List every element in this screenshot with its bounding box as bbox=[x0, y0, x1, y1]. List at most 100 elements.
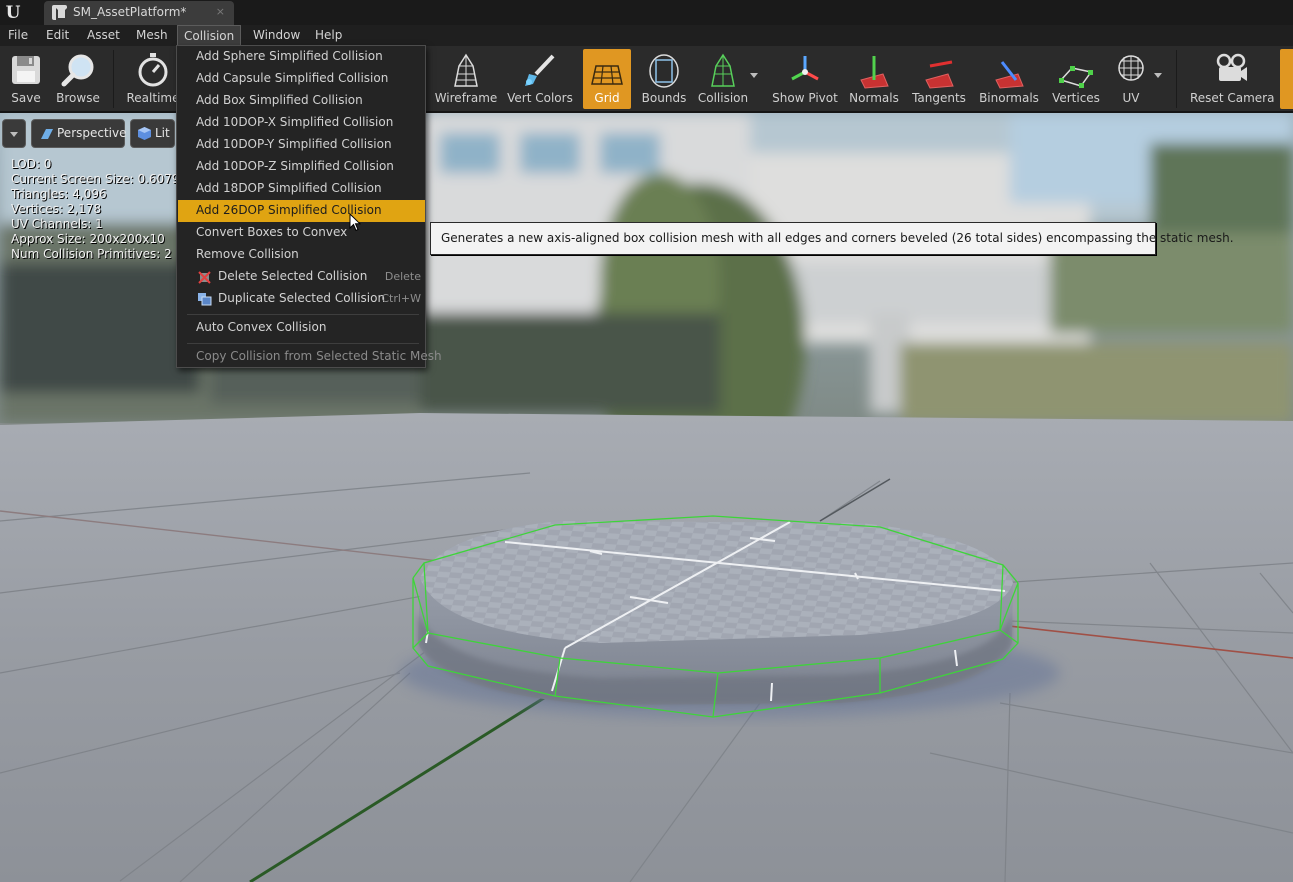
stat-collision-primitives: Num Collision Primitives: 2 bbox=[11, 247, 172, 261]
menu-bar: File Edit Asset Mesh Collision Window He… bbox=[0, 25, 1293, 46]
unreal-logo-icon[interactable]: U bbox=[2, 2, 24, 24]
menu-item-add-sphere-collision[interactable]: Add Sphere Simplified Collision bbox=[178, 46, 425, 68]
vert-colors-button[interactable]: Vert Colors bbox=[505, 49, 575, 109]
show-pivot-button[interactable]: Show Pivot bbox=[769, 49, 841, 109]
duplicate-selected-collision-label: Duplicate Selected Collision bbox=[218, 291, 386, 305]
grid-icon bbox=[591, 65, 623, 85]
toolbar-separator bbox=[1176, 50, 1177, 108]
browse-button[interactable]: Browse bbox=[52, 49, 104, 109]
menu-edit[interactable]: Edit bbox=[40, 25, 75, 46]
normals-button[interactable]: Normals bbox=[847, 49, 901, 109]
menu-item-add-box-collision[interactable]: Add Box Simplified Collision bbox=[178, 90, 425, 112]
browse-magnifier-icon bbox=[61, 54, 94, 87]
delete-shortcut: Delete bbox=[384, 270, 421, 283]
tangents-button[interactable]: Tangents bbox=[908, 49, 970, 109]
normals-label: Normals bbox=[849, 91, 899, 105]
binormals-button[interactable]: Binormals bbox=[976, 49, 1042, 109]
bounds-button[interactable]: Bounds bbox=[637, 49, 691, 109]
menu-item-add-26dop-collision[interactable]: Add 26DOP Simplified Collision bbox=[178, 200, 425, 222]
bounds-label: Bounds bbox=[641, 91, 687, 105]
document-tab[interactable]: SM_AssetPlatform* × bbox=[44, 1, 234, 25]
stopwatch-icon bbox=[138, 53, 168, 87]
normals-icon bbox=[860, 56, 889, 89]
camera-icon bbox=[1216, 53, 1247, 81]
perspective-icon bbox=[41, 129, 53, 139]
menu-item-add-10dop-z-collision[interactable]: Add 10DOP-Z Simplified Collision bbox=[178, 156, 425, 178]
menu-item-add-10dop-x-collision[interactable]: Add 10DOP-X Simplified Collision bbox=[178, 112, 425, 134]
vertices-icon bbox=[1059, 66, 1093, 88]
wireframe-button[interactable]: Wireframe bbox=[434, 49, 498, 109]
menu-item-convert-boxes-to-convex[interactable]: Convert Boxes to Convex bbox=[178, 222, 425, 244]
grid-label: Grid bbox=[594, 91, 620, 105]
collision-dropdown-chevron-icon[interactable] bbox=[750, 73, 758, 78]
stat-approx-size: Approx Size: 200x200x10 bbox=[11, 232, 165, 246]
delete-selected-collision-label: Delete Selected Collision bbox=[218, 269, 368, 283]
menu-separator bbox=[187, 314, 419, 315]
wireframe-label: Wireframe bbox=[434, 91, 498, 105]
save-button[interactable]: Save bbox=[2, 49, 50, 109]
uv-grid-icon bbox=[1118, 55, 1144, 81]
perspective-button[interactable]: Perspective bbox=[31, 119, 127, 148]
tangents-label: Tangents bbox=[912, 91, 966, 105]
mouse-cursor-icon bbox=[349, 213, 361, 232]
grid-button[interactable]: Grid bbox=[583, 49, 631, 109]
menu-window[interactable]: Window bbox=[247, 25, 306, 46]
show-pivot-label: Show Pivot bbox=[772, 91, 838, 105]
menu-help[interactable]: Help bbox=[309, 25, 348, 46]
uv-dropdown-chevron-icon[interactable] bbox=[1154, 73, 1162, 78]
menu-item-delete-selected-collision[interactable]: Delete Selected Collision Delete bbox=[178, 266, 425, 288]
mesh-stats-overlay: LOD: 0 Current Screen Size: 0.607954 Tri… bbox=[11, 157, 195, 262]
reset-camera-button[interactable]: Reset Camera bbox=[1190, 49, 1275, 109]
menu-item-add-10dop-y-collision[interactable]: Add 10DOP-Y Simplified Collision bbox=[178, 134, 425, 156]
viewport-options-button[interactable] bbox=[2, 119, 26, 148]
save-label: Save bbox=[11, 91, 41, 105]
menu-item-add-capsule-collision[interactable]: Add Capsule Simplified Collision bbox=[178, 68, 425, 90]
delete-collision-icon bbox=[198, 271, 211, 284]
vertices-label: Vertices bbox=[1052, 91, 1100, 105]
menu-asset[interactable]: Asset bbox=[81, 25, 126, 46]
stat-vertices: Vertices: 2,178 bbox=[11, 202, 102, 216]
menu-file[interactable]: File bbox=[2, 25, 34, 46]
realtime-button[interactable]: Realtime bbox=[124, 49, 182, 109]
browse-label: Browse bbox=[56, 91, 100, 105]
collision-icon bbox=[711, 53, 735, 87]
vertices-button[interactable]: Vertices bbox=[1048, 49, 1104, 109]
binormals-label: Binormals bbox=[979, 91, 1039, 105]
collision-label: Collision bbox=[697, 91, 749, 105]
tooltip: Generates a new axis-aligned box collisi… bbox=[430, 222, 1234, 255]
menu-item-add-18dop-collision[interactable]: Add 18DOP Simplified Collision bbox=[178, 178, 425, 200]
duplicate-shortcut: Ctrl+W bbox=[381, 292, 421, 305]
menu-item-duplicate-selected-collision[interactable]: Duplicate Selected Collision Ctrl+W bbox=[178, 288, 425, 310]
duplicate-collision-icon bbox=[198, 293, 212, 306]
menu-collision[interactable]: Collision bbox=[177, 25, 242, 46]
chevron-down-icon bbox=[10, 132, 18, 137]
static-mesh-icon bbox=[52, 5, 67, 20]
wireframe-icon bbox=[454, 53, 478, 87]
collision-button[interactable]: Collision bbox=[695, 49, 751, 109]
tab-close-icon[interactable]: × bbox=[216, 5, 225, 18]
realtime-label: Realtime bbox=[126, 91, 180, 105]
stat-uv-channels: UV Channels: 1 bbox=[11, 217, 103, 231]
reset-camera-label: Reset Camera bbox=[1190, 91, 1275, 105]
stat-screen-size: Current Screen Size: 0.607954 bbox=[11, 172, 195, 186]
tangents-icon bbox=[925, 60, 954, 89]
title-bar: U SM_AssetPlatform* × bbox=[0, 0, 1293, 25]
lit-label: Lit bbox=[155, 126, 170, 140]
menu-mesh[interactable]: Mesh bbox=[130, 25, 174, 46]
lit-cube-icon bbox=[138, 127, 151, 140]
menu-item-copy-collision-from-selected[interactable]: Copy Collision from Selected Static Mesh bbox=[178, 346, 442, 368]
pivot-gizmo-icon bbox=[791, 56, 819, 81]
uv-button[interactable]: UV bbox=[1108, 49, 1154, 109]
perspective-label: Perspective bbox=[57, 126, 127, 140]
binormals-icon bbox=[995, 61, 1024, 89]
stat-lod: LOD: 0 bbox=[11, 157, 52, 171]
menu-item-auto-convex-collision[interactable]: Auto Convex Collision bbox=[178, 317, 425, 339]
bounds-icon bbox=[649, 54, 679, 88]
overflow-button[interactable] bbox=[1280, 49, 1293, 109]
uv-label: UV bbox=[1122, 91, 1140, 105]
lit-view-mode-button[interactable]: Lit bbox=[130, 119, 175, 148]
vert-colors-brush-icon bbox=[525, 54, 555, 86]
collision-menu: Add Sphere Simplified Collision Add Caps… bbox=[176, 45, 442, 368]
menu-item-remove-collision[interactable]: Remove Collision bbox=[178, 244, 425, 266]
menu-separator bbox=[187, 343, 419, 344]
